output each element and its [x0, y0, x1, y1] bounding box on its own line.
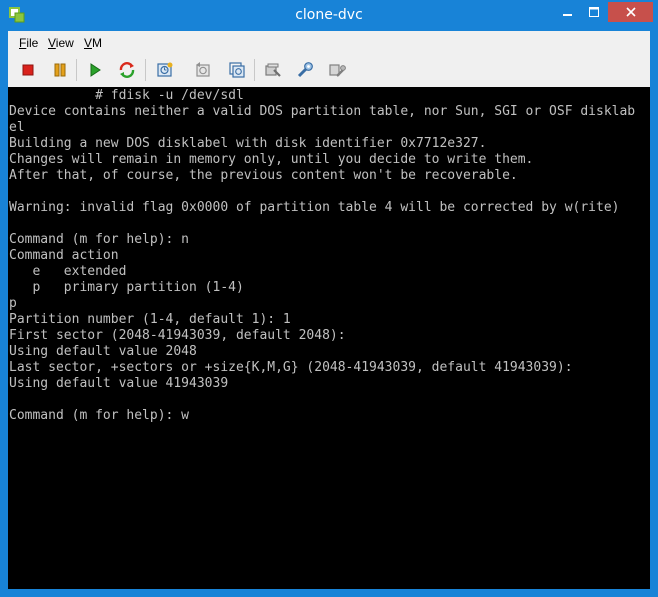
- console-line: Partition number (1-4, default 1): 1: [9, 312, 291, 327]
- pause-icon: [54, 63, 66, 77]
- snapshot-icon: [157, 62, 173, 77]
- close-button[interactable]: [608, 2, 653, 22]
- snapshot-manager-button[interactable]: [226, 59, 248, 81]
- console-line: e extended: [9, 264, 127, 279]
- menu-view-accel: V: [48, 36, 56, 50]
- menu-file-label: ile: [26, 36, 39, 50]
- console-output: # fdisk -u /dev/sdl Device contains neit…: [9, 88, 635, 424]
- menu-file[interactable]: File: [19, 36, 38, 50]
- console-line: Using default value 2048: [9, 344, 197, 359]
- power-on-button[interactable]: [84, 59, 106, 81]
- play-icon: [90, 63, 101, 77]
- settings-icon: [265, 63, 281, 77]
- manage-snapshots-icon: [229, 62, 245, 78]
- stop-icon: [22, 64, 34, 76]
- menu-vm-label: M: [92, 36, 103, 50]
- toolbar-separator: [76, 59, 77, 81]
- console-line: Command (m for help): w: [9, 408, 190, 423]
- menu-vm[interactable]: VM: [84, 36, 102, 50]
- console-line: After that, of course, the previous cont…: [9, 168, 518, 183]
- console-line: Last sector, +sectors or +size{K,M,G} (2…: [9, 360, 573, 375]
- suspend-button[interactable]: [49, 59, 71, 81]
- reset-button[interactable]: [116, 59, 138, 81]
- vm-tools-button[interactable]: [294, 59, 316, 81]
- console-line: Changes will remain in memory only, unti…: [9, 152, 534, 167]
- vm-console-screen[interactable]: # fdisk -u /dev/sdl Device contains neit…: [8, 87, 650, 589]
- title-bar[interactable]: clone-dvc: [1, 1, 657, 31]
- console-line: Using default value 41943039: [9, 376, 229, 391]
- vm-settings-button[interactable]: [262, 59, 284, 81]
- console-line: p primary partition (1-4): [9, 280, 244, 295]
- menu-view-label: iew: [55, 36, 74, 50]
- client-area: File View VM # fdisk -u /dev/sdl Device …: [8, 31, 650, 589]
- revert-icon: [196, 62, 210, 77]
- console-line: Device contains neither a valid DOS part…: [9, 104, 636, 119]
- console-line: Command action: [9, 248, 119, 263]
- console-line: Command (m for help): n: [9, 232, 190, 247]
- reset-icon: [119, 62, 135, 78]
- console-line: Building a new DOS disklabel with disk i…: [9, 136, 487, 151]
- toolbar-separator: [254, 59, 255, 81]
- menu-bar: File View VM: [8, 33, 650, 53]
- revert-snapshot-button[interactable]: [192, 59, 214, 81]
- maximize-icon: [589, 7, 599, 17]
- vm-options-button[interactable]: [326, 59, 348, 81]
- vm-console-window: clone-dvc File View VM # fdisk -u /dev/s…: [0, 0, 658, 597]
- menu-vm-accel: V: [84, 36, 93, 50]
- power-off-button[interactable]: [17, 59, 39, 81]
- maximize-button[interactable]: [581, 2, 607, 22]
- take-snapshot-button[interactable]: [154, 59, 176, 81]
- toolbar: [8, 55, 650, 83]
- console-line: # fdisk -u /dev/sdl: [9, 88, 244, 103]
- console-line: el: [9, 120, 25, 135]
- menu-view[interactable]: View: [48, 36, 74, 50]
- minimize-button[interactable]: [555, 2, 581, 22]
- console-line: First sector (2048-41943039, default 204…: [9, 328, 346, 343]
- console-line: p: [9, 296, 17, 311]
- options-icon: [329, 64, 346, 77]
- toolbar-separator: [145, 59, 146, 81]
- console-line: Warning: invalid flag 0x0000 of partitio…: [9, 200, 620, 215]
- minimize-icon: [563, 14, 572, 16]
- close-icon: [625, 7, 636, 17]
- tools-icon: [297, 62, 313, 78]
